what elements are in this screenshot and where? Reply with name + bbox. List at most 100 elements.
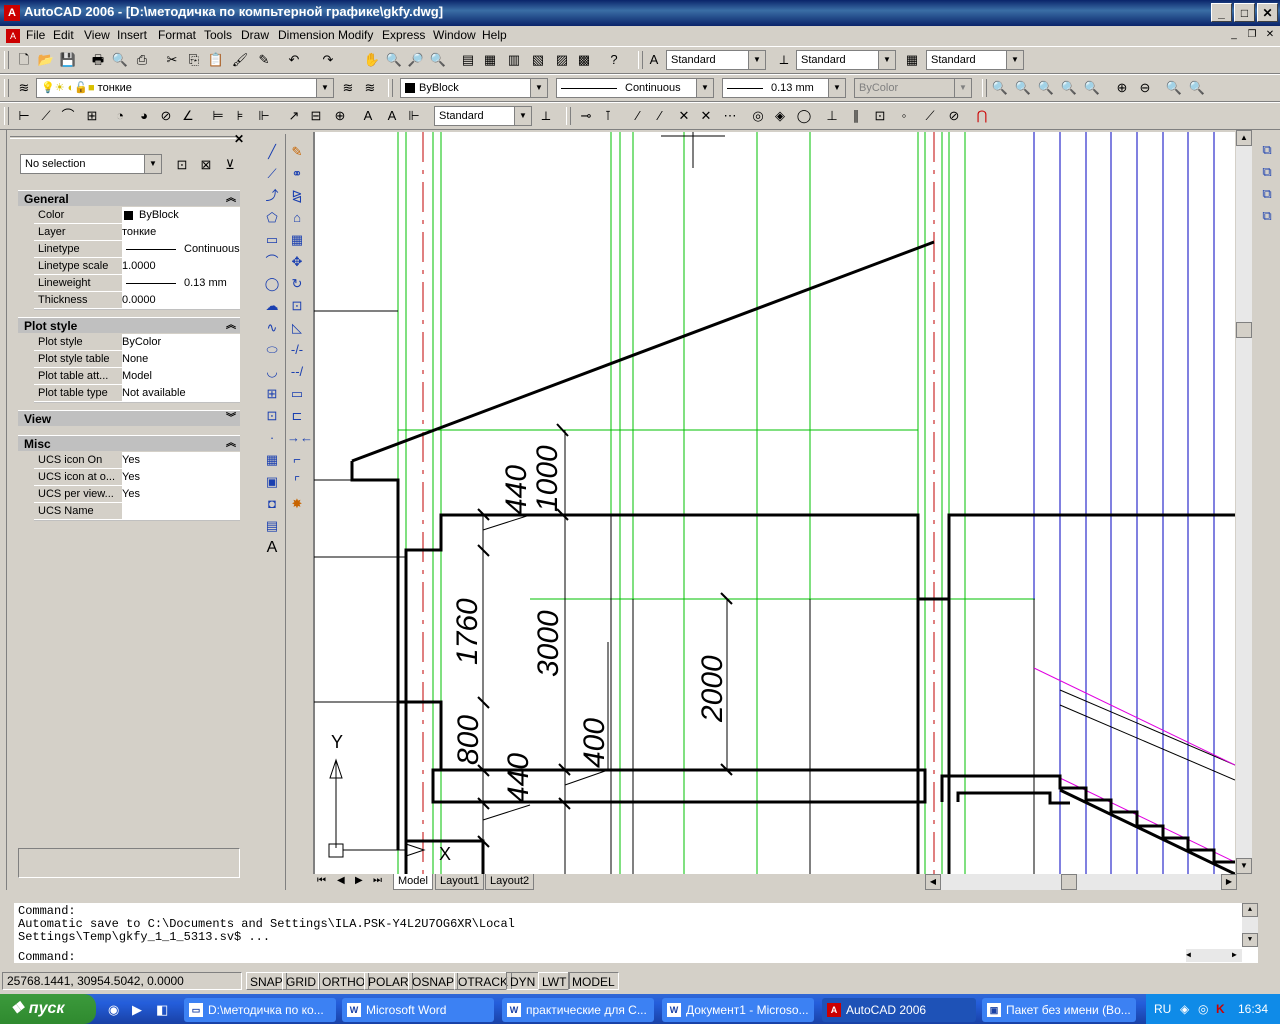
mirror-icon[interactable]: ⧎ bbox=[287, 186, 307, 206]
jogged-dimension-icon[interactable]: ◕ bbox=[134, 106, 154, 126]
copy-icon[interactable]: ⎘ bbox=[184, 50, 204, 70]
diameter-dimension-icon[interactable]: ⊘ bbox=[156, 106, 176, 126]
task-package[interactable]: ▣ Пакет без имени (Во... bbox=[982, 998, 1136, 1022]
menu-file[interactable]: File bbox=[26, 28, 45, 42]
continue-dimension-icon[interactable]: ⊩ bbox=[254, 106, 274, 126]
task-word-doc1[interactable]: W Документ1 - Microso... bbox=[662, 998, 814, 1022]
match-properties-icon[interactable]: 🖌 bbox=[230, 50, 250, 70]
send-under-icon[interactable]: ⧉ bbox=[1257, 206, 1277, 226]
zoom-scale-icon[interactable]: 🔍 bbox=[1036, 78, 1056, 98]
text-style-icon[interactable]: A bbox=[644, 50, 664, 70]
arc-icon[interactable]: ⌒ bbox=[262, 252, 282, 272]
lineweight-select[interactable]: 0.13 mm ▼ bbox=[722, 78, 846, 98]
network-icon[interactable]: ◈ bbox=[1180, 994, 1189, 1024]
start-button[interactable]: ❖ пуск bbox=[0, 994, 96, 1024]
color-select[interactable]: ByBlock ▼ bbox=[400, 78, 548, 98]
linetype-select[interactable]: Continuous ▼ bbox=[556, 78, 714, 98]
design-center-icon[interactable]: ▦ bbox=[480, 50, 500, 70]
menu-help[interactable]: Help bbox=[482, 28, 507, 42]
tab-model[interactable]: Model bbox=[393, 874, 433, 890]
prop-row[interactable]: UCS icon On Yes bbox=[34, 452, 240, 470]
last-tab-icon[interactable]: ⏭ bbox=[373, 875, 382, 886]
make-block-icon[interactable]: ⊡ bbox=[262, 406, 282, 426]
insert-block-icon[interactable]: ⊞ bbox=[262, 384, 282, 404]
text-style-select[interactable]: Standard ▼ bbox=[666, 50, 766, 70]
prop-row[interactable]: UCS per view... Yes bbox=[34, 486, 240, 504]
mdi-close-button[interactable]: ✕ bbox=[1262, 28, 1278, 42]
offset-icon[interactable]: ⌂ bbox=[287, 208, 307, 228]
dimension-update-icon[interactable]: ⊩ bbox=[404, 106, 424, 126]
snap-quadrant-icon[interactable]: ◈ bbox=[770, 106, 790, 126]
zoom-previous-icon[interactable]: 🔍 bbox=[428, 50, 448, 70]
construction-line-icon[interactable]: ⟋ bbox=[262, 164, 282, 184]
show-desktop-icon[interactable]: ◉ bbox=[108, 1002, 119, 1018]
dimension-text-edit-icon[interactable]: A bbox=[382, 106, 402, 126]
palette-title-strip[interactable] bbox=[0, 130, 7, 890]
quick-leader-icon[interactable]: ↗ bbox=[284, 106, 304, 126]
baseline-dimension-icon[interactable]: ⊧ bbox=[230, 106, 250, 126]
tab-layout2[interactable]: Layout2 bbox=[485, 874, 535, 890]
zoom-center-icon[interactable]: 🔍 bbox=[1059, 78, 1079, 98]
grid-button[interactable]: GRID bbox=[282, 972, 320, 990]
polar-button[interactable]: POLAR bbox=[364, 972, 413, 990]
markup-icon[interactable]: ▨ bbox=[552, 50, 572, 70]
first-tab-icon[interactable]: ⏮ bbox=[317, 875, 326, 886]
break-at-point-icon[interactable]: ▭ bbox=[287, 384, 307, 404]
properties-icon[interactable]: ▤ bbox=[458, 50, 478, 70]
antivirus-icon[interactable]: K bbox=[1216, 994, 1225, 1024]
new-icon[interactable]: 🗋 bbox=[14, 50, 34, 70]
join-icon[interactable]: →← bbox=[287, 428, 313, 448]
prop-row[interactable]: UCS icon at o... Yes bbox=[34, 469, 240, 487]
menu-window[interactable]: Window bbox=[433, 28, 476, 42]
menu-format[interactable]: Format bbox=[158, 28, 196, 42]
table-icon[interactable]: ▤ bbox=[262, 516, 282, 536]
menu-express[interactable]: Express bbox=[382, 28, 425, 42]
fillet-icon[interactable]: ⌜ bbox=[287, 472, 307, 492]
command-scrollbar[interactable]: ▲ ▼ bbox=[1242, 903, 1258, 947]
plot-icon[interactable]: 🖶 bbox=[88, 50, 108, 70]
explode-icon[interactable]: ✸ bbox=[287, 494, 307, 514]
prop-row[interactable]: Layer тонкие bbox=[34, 224, 240, 242]
zoom-dynamic-icon[interactable]: 🔍 bbox=[1013, 78, 1033, 98]
prop-row[interactable]: Plot table att... Model bbox=[34, 368, 240, 386]
help-icon[interactable]: ? bbox=[604, 50, 624, 70]
tool-palettes-icon[interactable]: ▥ bbox=[504, 50, 524, 70]
prop-row[interactable]: Plot style table None bbox=[34, 351, 240, 369]
send-to-back-icon[interactable]: ⧉ bbox=[1257, 162, 1277, 182]
gradient-icon[interactable]: ▣ bbox=[262, 472, 282, 492]
zoom-out-icon[interactable]: ⊖ bbox=[1135, 78, 1155, 98]
scroll-down-icon[interactable]: ▼ bbox=[1236, 858, 1252, 874]
circle-icon[interactable]: ◯ bbox=[262, 274, 282, 294]
move-icon[interactable]: ✥ bbox=[287, 252, 307, 272]
tab-layout1[interactable]: Layout1 bbox=[435, 874, 485, 890]
angular-dimension-icon[interactable]: ∠ bbox=[178, 106, 198, 126]
snap-parallel-icon[interactable]: ∥ bbox=[846, 106, 866, 126]
dimension-style-icon[interactable]: ⟂ bbox=[536, 106, 556, 126]
snap-node-icon[interactable]: ◦ bbox=[894, 106, 914, 126]
menu-modify[interactable]: Modify bbox=[338, 28, 373, 42]
trim-icon[interactable]: -/- bbox=[287, 340, 307, 360]
prop-row[interactable]: Color ByBlock bbox=[34, 207, 240, 225]
mdi-minimize-button[interactable]: _ bbox=[1226, 28, 1242, 42]
sheet-set-icon[interactable]: ▧ bbox=[528, 50, 548, 70]
linear-dimension-icon[interactable]: ⊢ bbox=[14, 106, 34, 126]
cut-icon[interactable]: ✂ bbox=[162, 50, 182, 70]
task-autocad[interactable]: A AutoCAD 2006 bbox=[822, 998, 976, 1022]
scroll-thumb[interactable] bbox=[1236, 322, 1252, 338]
snap-endpoint-icon[interactable]: ⁄ bbox=[628, 106, 648, 126]
hatch-icon[interactable]: ▦ bbox=[262, 450, 282, 470]
center-mark-icon[interactable]: ⊕ bbox=[330, 106, 350, 126]
quick-dimension-icon[interactable]: ⊨ bbox=[208, 106, 228, 126]
snap-midpoint-icon[interactable]: ⁄ bbox=[650, 106, 670, 126]
snap-apparent-intersection-icon[interactable]: ✕ bbox=[696, 106, 716, 126]
volume-icon[interactable]: ◎ bbox=[1198, 994, 1208, 1024]
selection-select[interactable]: No selection ▼ bbox=[20, 154, 162, 174]
line-icon[interactable]: ╱ bbox=[262, 142, 282, 162]
scroll-up-icon[interactable]: ▲ bbox=[1242, 903, 1258, 917]
extend-icon[interactable]: --/ bbox=[287, 362, 307, 382]
scroll-left-icon[interactable]: ◀ bbox=[925, 874, 941, 890]
horizontal-scrollbar[interactable]: ◀ ▶ bbox=[925, 874, 1237, 890]
menu-view[interactable]: View bbox=[84, 28, 110, 42]
tolerance-icon[interactable]: ⊟ bbox=[306, 106, 326, 126]
chamfer-icon[interactable]: ⌐ bbox=[287, 450, 307, 470]
